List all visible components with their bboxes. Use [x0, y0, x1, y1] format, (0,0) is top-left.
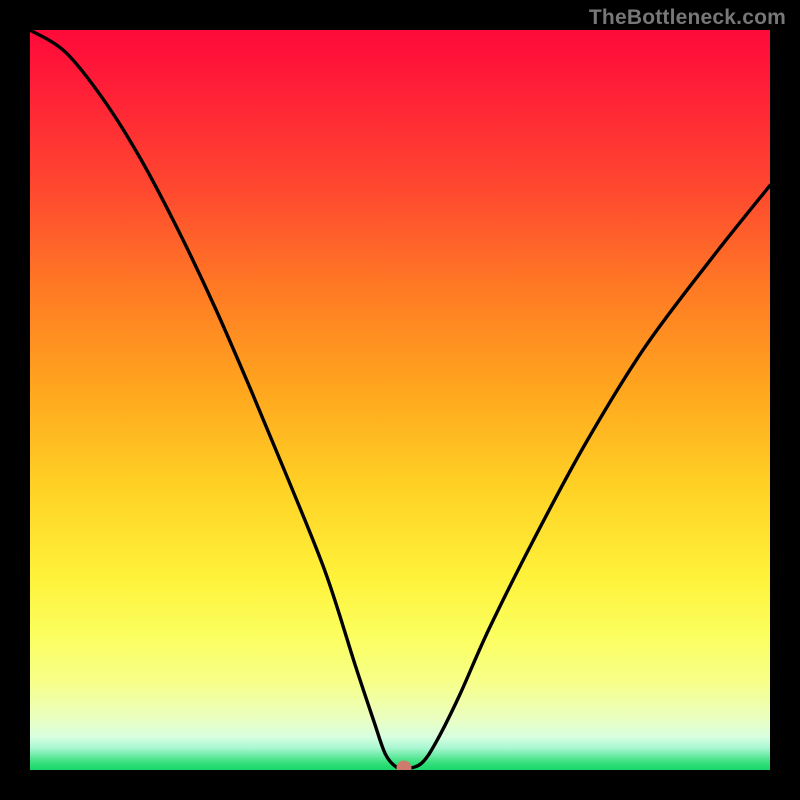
chart-frame: TheBottleneck.com: [0, 0, 800, 800]
curve-svg: [30, 30, 770, 770]
minimum-marker: [396, 760, 411, 770]
watermark-text: TheBottleneck.com: [589, 6, 786, 30]
plot-area: [30, 30, 770, 770]
bottleneck-curve: [30, 30, 770, 769]
